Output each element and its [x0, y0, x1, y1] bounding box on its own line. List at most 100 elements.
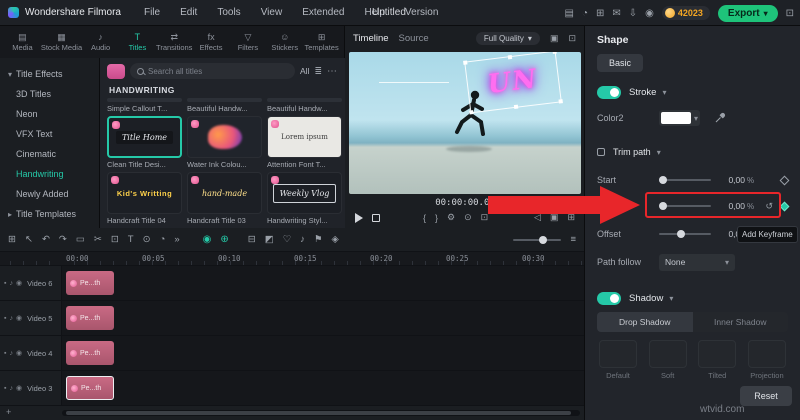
title-card-partial[interactable]: Simple Callout T...: [107, 98, 182, 113]
inner-shadow-tab[interactable]: Inner Shadow: [692, 312, 788, 332]
sidebar-item-neon[interactable]: Neon: [0, 104, 99, 124]
record-icon[interactable]: ⊙: [143, 234, 151, 245]
track-header[interactable]: ▪ ♪ ◉ Video 3: [0, 371, 62, 405]
resize-handle[interactable]: [507, 54, 513, 60]
mute-icon[interactable]: ♪: [9, 315, 13, 322]
eyedropper-icon[interactable]: [714, 112, 726, 124]
timeline-clip[interactable]: Pe...th: [66, 271, 114, 295]
mark-out-icon[interactable]: }: [435, 213, 438, 223]
preset-tilted[interactable]: Tilted: [696, 340, 738, 380]
notifications-icon[interactable]: ◔: [582, 8, 588, 19]
visibility-icon[interactable]: ◉: [16, 384, 22, 392]
trim-path-row[interactable]: Trim path ▾: [597, 144, 788, 160]
track-menu-icon[interactable]: ≡: [570, 234, 576, 245]
stroke-toggle[interactable]: [597, 85, 621, 99]
title-card-handcraft-04[interactable]: Kid's Writting Handcraft Title 04: [107, 172, 182, 225]
preset-thumbnail[interactable]: [648, 340, 687, 368]
export-button[interactable]: Export ▾: [717, 4, 778, 22]
tab-templates[interactable]: ⊞ Templates: [303, 30, 340, 54]
resize-handle[interactable]: [469, 110, 474, 115]
tab-titles[interactable]: T Titles: [119, 30, 156, 54]
capture-icon[interactable]: ⊡: [786, 8, 794, 19]
split-icon[interactable]: ✂: [94, 234, 102, 245]
preset-thumbnail[interactable]: [599, 340, 637, 368]
sidebar-item-newly-added[interactable]: Newly Added: [0, 184, 99, 204]
title-thumbnail[interactable]: Lorem ipsum: [267, 116, 342, 158]
favorites-folder-button[interactable]: [107, 63, 125, 79]
menu-tools[interactable]: Tools: [210, 7, 247, 18]
start-keyframe-icon[interactable]: [779, 175, 790, 185]
start-value[interactable]: 0,00: [719, 175, 745, 185]
resize-handle[interactable]: [463, 60, 468, 65]
color-swatch[interactable]: [661, 112, 691, 124]
resize-handle[interactable]: [558, 99, 563, 104]
favorite-icon[interactable]: ♡: [283, 234, 292, 245]
timeline-ruler[interactable]: 00:00 00:05 00:10 00:15 00:20 00:25 00:3…: [0, 252, 584, 266]
color-picker-dropdown[interactable]: ▾: [659, 110, 701, 126]
mask-icon[interactable]: ◩: [265, 234, 274, 245]
shadow-toggle[interactable]: [597, 291, 621, 305]
download-icon[interactable]: ⇩: [629, 8, 637, 19]
title-card-attention-font[interactable]: Lorem ipsum Attention Font T...: [267, 116, 342, 169]
lock-icon[interactable]: ▪: [4, 315, 6, 322]
reset-button[interactable]: Reset: [740, 386, 792, 406]
mute-icon[interactable]: ♪: [9, 280, 13, 287]
sidebar-item-title-templates[interactable]: ▸ Title Templates: [0, 204, 99, 224]
resize-handle[interactable]: [552, 52, 557, 54]
start-slider[interactable]: [659, 176, 711, 184]
search-input[interactable]: [148, 66, 288, 76]
more-options-icon[interactable]: ⋯: [327, 66, 338, 77]
title-card-partial[interactable]: Beautiful Handw...: [267, 98, 342, 113]
lock-icon[interactable]: ▪: [4, 385, 6, 392]
title-card-handcraft-03[interactable]: hand-made Handcraft Title 03: [187, 172, 262, 225]
speed-icon[interactable]: ◔: [160, 234, 166, 245]
scrollbar-thumb[interactable]: [66, 411, 571, 415]
sidebar-item-title-effects[interactable]: ▾ Title Effects: [0, 64, 99, 84]
title-card-partial[interactable]: Beautiful Handw...: [187, 98, 262, 113]
workspace-icon[interactable]: ⊞: [596, 8, 604, 19]
add-track-icon[interactable]: +: [6, 407, 11, 417]
timeline-clip[interactable]: Pe...th: [66, 306, 114, 330]
tab-audio[interactable]: ♪ Audio: [82, 30, 119, 54]
visibility-icon[interactable]: ◉: [16, 279, 22, 287]
title-thumbnail[interactable]: Weekly Vlog: [267, 172, 342, 214]
slider-knob[interactable]: [539, 235, 548, 244]
title-thumbnail[interactable]: [187, 116, 262, 158]
tab-effects[interactable]: fx Effects: [193, 30, 230, 54]
track-header[interactable]: ▪ ♪ ◉ Video 4: [0, 336, 62, 370]
stop-button[interactable]: [372, 213, 380, 222]
marker-icon[interactable]: ⚑: [314, 234, 323, 245]
auto-ripple-toggle-icon[interactable]: ⊕: [220, 234, 228, 245]
split-clip-icon[interactable]: ⊟: [248, 234, 256, 245]
drop-shadow-tab[interactable]: Drop Shadow: [597, 312, 693, 332]
title-thumbnail-partial[interactable]: [107, 98, 182, 102]
tab-transitions[interactable]: ⇄ Transitions: [156, 30, 193, 54]
detach-audio-icon[interactable]: ♪: [300, 234, 305, 245]
search-box[interactable]: [130, 63, 295, 79]
chevron-down-icon[interactable]: ▾: [657, 148, 661, 157]
preset-soft[interactable]: Soft: [647, 340, 689, 380]
basic-tab-button[interactable]: Basic: [597, 54, 643, 72]
tab-media[interactable]: ▤ Media: [4, 30, 41, 54]
title-card-clean-title[interactable]: Title Home Clean Title Desi...: [107, 116, 182, 169]
slider-knob[interactable]: [659, 176, 667, 184]
settings-icon[interactable]: ⚙: [447, 212, 455, 223]
title-thumbnail-partial[interactable]: [267, 98, 342, 102]
mark-in-icon[interactable]: {: [423, 213, 426, 223]
sidebar-item-cinematic[interactable]: Cinematic: [0, 144, 99, 164]
track-lane[interactable]: Pe...th: [62, 371, 584, 405]
more-tools-icon[interactable]: »: [174, 234, 179, 245]
filter-all-label[interactable]: All: [300, 66, 309, 76]
undo-icon[interactable]: ↶: [42, 234, 50, 245]
account-icon[interactable]: ◉: [645, 8, 654, 19]
path-follow-dropdown[interactable]: None ▾: [659, 253, 735, 271]
crop-icon[interactable]: ⊡: [111, 234, 119, 245]
title-thumbnail[interactable]: Kid's Writting: [107, 172, 182, 214]
title-thumbnail[interactable]: hand-made: [187, 172, 262, 214]
preset-thumbnail[interactable]: [747, 340, 786, 368]
track-header[interactable]: ▪ ♪ ◉ Video 6: [0, 266, 62, 300]
menu-edit[interactable]: Edit: [173, 7, 204, 18]
chroma-key-icon[interactable]: ◈: [332, 234, 339, 245]
sidebar-item-handwriting[interactable]: Handwriting: [0, 164, 99, 184]
select-tool-icon[interactable]: ↖: [25, 234, 33, 245]
